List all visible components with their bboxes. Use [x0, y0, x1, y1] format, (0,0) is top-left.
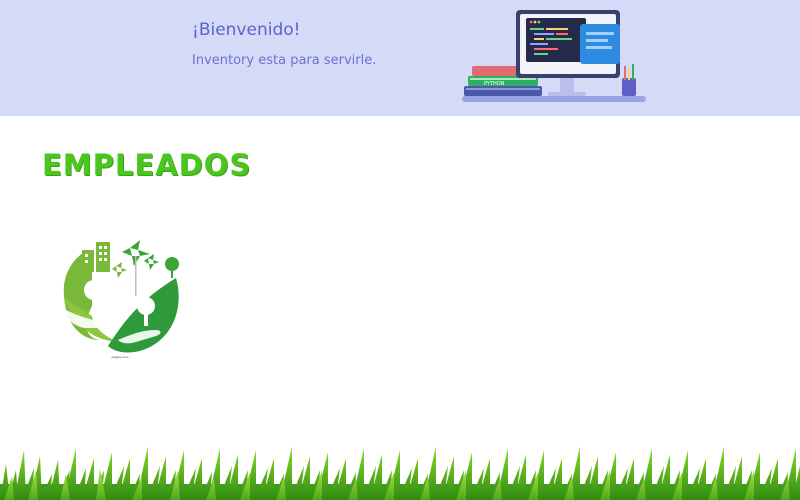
computer-code-python-icon: PYTHON — [462, 10, 646, 102]
welcome-title: ¡Bienvenido! — [192, 20, 301, 40]
svg-text:PYTHON: PYTHON — [484, 81, 505, 87]
page: ¡Bienvenido! Inventory esta para servirl… — [0, 0, 800, 500]
logo-caption: pngtree.com — [111, 355, 129, 359]
welcome-banner: ¡Bienvenido! Inventory esta para servirl… — [0, 0, 800, 116]
welcome-subtitle: Inventory esta para servirle. — [192, 53, 377, 68]
grass-icon — [0, 446, 800, 500]
page-title: Empleados — [42, 148, 252, 182]
eco-hands-city-icon — [63, 240, 179, 353]
